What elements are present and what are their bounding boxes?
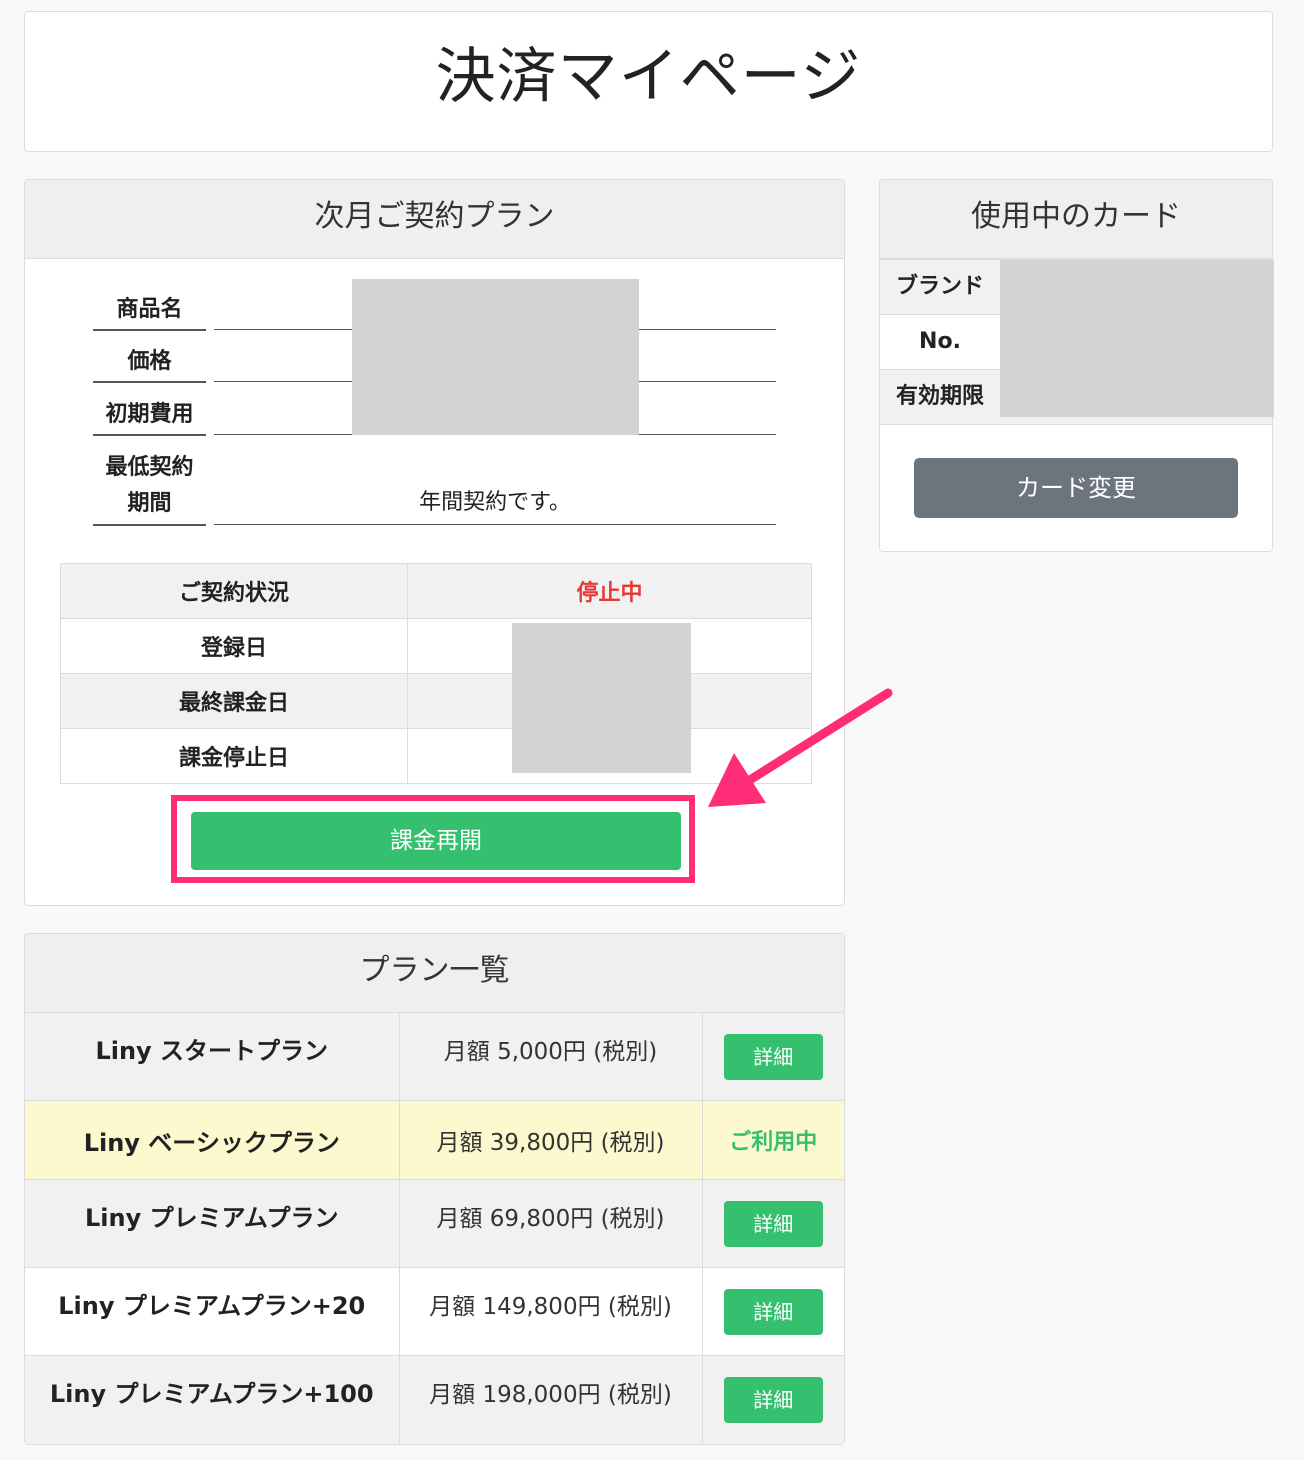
redacted-plan-info — [352, 279, 639, 435]
plan-detail-button[interactable]: 詳細 — [723, 1033, 823, 1080]
plan-row-current: Liny ベーシックプラン 月額 39,800円 (税別) ご利用中 — [25, 1100, 844, 1180]
plan-detail-button[interactable]: 詳細 — [723, 1200, 823, 1247]
plan-price-cell: 月額 5,000円 (税別) — [399, 1012, 703, 1101]
plan-detail-button[interactable]: 詳細 — [723, 1376, 823, 1423]
change-card-button[interactable]: カード変更 — [914, 458, 1238, 518]
plan-list-heading: プラン一覧 — [25, 934, 844, 1013]
plan-name: Liny プレミアムプラン+100 — [49, 1380, 374, 1409]
plan-name: Liny ベーシックプラン — [83, 1128, 340, 1157]
plan-action-cell: 詳細 — [702, 1179, 844, 1268]
plan-price: 月額 5,000円 (税別) — [443, 1038, 658, 1065]
plan-name-cell: Liny スタートプラン — [25, 1012, 400, 1101]
plan-name-cell: Liny ベーシックプラン — [25, 1100, 400, 1180]
plan-price-cell: 月額 149,800円 (税別) — [399, 1267, 703, 1356]
min-term-label: 最低契約 期間 — [93, 450, 206, 526]
status-row: 最終課金日 — [60, 673, 812, 729]
plan-action-cell: 詳細 — [702, 1355, 844, 1444]
min-term-value: 年間契約です。 — [214, 486, 776, 525]
registration-date-label: 登録日 — [60, 618, 408, 674]
card-in-use-heading: 使用中のカード — [880, 180, 1272, 259]
plan-price-cell: 月額 69,800円 (税別) — [399, 1179, 703, 1268]
plan-action-cell: ご利用中 — [702, 1100, 844, 1180]
status-row: ご契約状況 停止中 — [60, 563, 812, 619]
plan-detail-button[interactable]: 詳細 — [723, 1288, 823, 1335]
plan-price-cell: 月額 39,800円 (税別) — [399, 1100, 703, 1180]
card-brand-label: ブランド — [895, 274, 984, 299]
next-plan-heading: 次月ご契約プラン — [25, 180, 844, 259]
pointer-arrow-icon — [708, 688, 893, 807]
card-in-use-card: 使用中のカード ブランド No. 有効期限 カード変更 — [879, 179, 1274, 552]
product-name-label: 商品名 — [93, 295, 206, 331]
plan-price: 月額 198,000円 (税別) — [429, 1381, 672, 1408]
plan-list-card: プラン一覧 Liny スタートプラン 月額 5,000円 (税別) 詳細 Lin… — [24, 933, 845, 1445]
plan-row: Liny プレミアムプラン+20 月額 149,800円 (税別) 詳細 — [25, 1267, 844, 1356]
initial-fee-label: 初期費用 — [93, 399, 206, 436]
plan-name-cell: Liny プレミアムプラン+20 — [25, 1267, 400, 1356]
redacted-dates — [512, 623, 691, 773]
page-title: 決済マイページ — [435, 42, 862, 112]
current-plan-label: ご利用中 — [729, 1130, 818, 1155]
plan-name: Liny スタートプラン — [95, 1037, 329, 1065]
redacted-card-info — [1000, 260, 1274, 417]
status-value: 停止中 — [407, 563, 812, 619]
plan-action-cell: 詳細 — [702, 1012, 844, 1101]
plan-action-cell: 詳細 — [702, 1267, 844, 1356]
plan-name-cell: Liny プレミアムプラン+100 — [25, 1355, 400, 1444]
price-label: 価格 — [93, 347, 206, 383]
plan-price: 月額 149,800円 (税別) — [429, 1293, 672, 1320]
min-term-label-line2: 期間 — [127, 491, 172, 516]
billing-stop-date-label: 課金停止日 — [60, 728, 408, 784]
plan-name: Liny プレミアムプラン — [85, 1204, 339, 1232]
status-row: 登録日 — [60, 618, 812, 674]
plan-price-cell: 月額 198,000円 (税別) — [399, 1355, 703, 1444]
status-label: ご契約状況 — [60, 563, 408, 619]
card-expiry-label: 有効期限 — [895, 384, 984, 409]
card-number-label: No. — [919, 329, 961, 354]
plan-row: Liny スタートプラン 月額 5,000円 (税別) 詳細 — [25, 1012, 844, 1101]
plan-name-cell: Liny プレミアムプラン — [25, 1179, 400, 1268]
title-card: 決済マイページ — [24, 11, 1273, 152]
last-billing-date-label: 最終課金日 — [60, 673, 408, 729]
plan-price: 月額 69,800円 (税別) — [436, 1205, 665, 1232]
resume-billing-button[interactable]: 課金再開 — [191, 812, 681, 870]
plan-list-table: Liny スタートプラン 月額 5,000円 (税別) 詳細 Liny ベーシッ… — [25, 1012, 844, 1444]
status-row: 課金停止日 — [60, 728, 812, 784]
plan-name: Liny プレミアムプラン+20 — [58, 1292, 366, 1320]
plan-row: Liny プレミアムプラン+100 月額 198,000円 (税別) 詳細 — [25, 1355, 844, 1444]
plan-price: 月額 39,800円 (税別) — [436, 1130, 665, 1156]
plan-row: Liny プレミアムプラン 月額 69,800円 (税別) 詳細 — [25, 1179, 844, 1268]
min-term-label-line1: 最低契約 — [105, 455, 194, 480]
